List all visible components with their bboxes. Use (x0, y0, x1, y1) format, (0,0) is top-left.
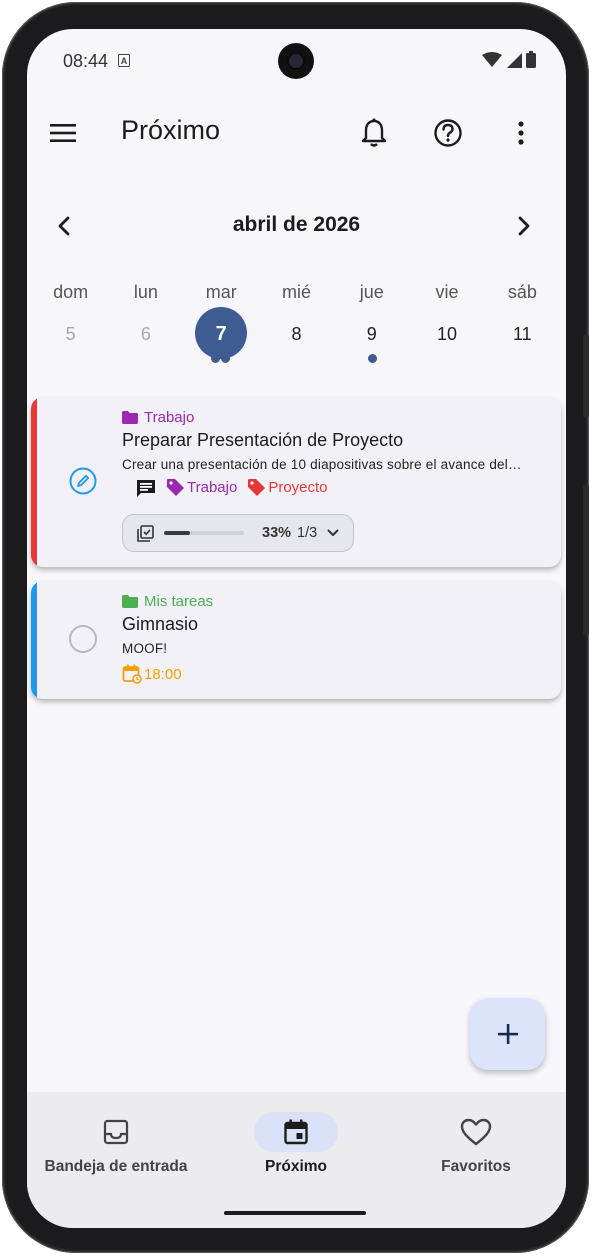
bottom-navigation: Bandeja de entrada Próximo Favoritos (27, 1092, 566, 1228)
next-month-button[interactable] (514, 214, 534, 238)
add-task-button[interactable] (470, 998, 545, 1070)
calendar-repeat-icon (122, 664, 142, 684)
tag-label: Trabajo (187, 479, 238, 496)
day-cell[interactable]: 11 (492, 309, 552, 369)
nav-item-upcoming[interactable]: Próximo (206, 1112, 386, 1176)
phone-frame: 08:44 A Próximo abril de 2026 dom lun ma… (2, 2, 589, 1253)
weekday-label: mié (281, 282, 311, 302)
plus-icon (497, 1024, 518, 1044)
signal-icon (507, 52, 522, 68)
task-title: Preparar Presentación de Proyecto (122, 430, 404, 450)
task-project: Mis tareas (122, 593, 541, 610)
tag-chip: Proyecto (247, 478, 328, 497)
day-cell[interactable]: 6 (116, 309, 176, 369)
help-icon (434, 119, 462, 147)
priority-stripe (31, 397, 37, 567)
nav-label: Bandeja de entrada (44, 1158, 188, 1175)
page-title: Próximo (121, 115, 221, 145)
project-label: Mis tareas (144, 593, 214, 610)
weekday-label: sáb (507, 282, 537, 302)
day-cell[interactable]: 10 (417, 309, 477, 369)
nav-pill (254, 1112, 338, 1152)
tag-label: Proyecto (268, 479, 328, 496)
task-description: MOOF! (122, 641, 168, 656)
task-card[interactable]: Mis tareas Gimnasio MOOF! 18:00 (31, 581, 561, 699)
front-camera (278, 43, 314, 79)
subtask-count: 1/3 (297, 525, 318, 541)
menu-icon[interactable] (47, 117, 79, 149)
day-cell[interactable]: 9 (342, 309, 402, 369)
task-project: Trabajo (122, 409, 541, 426)
event-dot (221, 354, 231, 363)
day-number: 8 (291, 324, 302, 344)
status-icons (482, 51, 536, 68)
volume-button (583, 335, 589, 417)
tag-icon (167, 479, 184, 496)
comment-icon (137, 479, 155, 497)
folder-icon (122, 411, 138, 424)
priority-stripe (31, 581, 37, 699)
battery-icon (526, 51, 536, 68)
weekday-label: jue (359, 282, 384, 302)
notification-icon: A (118, 54, 130, 67)
chevron-right-icon (518, 216, 530, 236)
more-options-icon[interactable] (506, 117, 536, 149)
nav-item-favorites[interactable]: Favoritos (386, 1112, 566, 1176)
day-number: 9 (366, 324, 377, 344)
event-dot (211, 354, 221, 363)
task-time-label: 18:00 (144, 665, 182, 683)
bell-icon (361, 118, 387, 147)
nav-label: Favoritos (441, 1158, 511, 1175)
wifi-icon (482, 51, 502, 67)
status-time: 08:44 (63, 51, 109, 71)
day-number: 7 (215, 323, 227, 345)
notifications-button[interactable] (358, 116, 390, 150)
folder-icon (122, 595, 138, 608)
day-number: 10 (437, 324, 458, 344)
task-description: Crear una presentación de 10 diapositiva… (122, 457, 522, 472)
subtask-progress-fill (164, 531, 191, 535)
screen: 08:44 A Próximo abril de 2026 dom lun ma… (27, 29, 566, 1228)
day-cell[interactable]: 8 (266, 309, 326, 369)
help-button[interactable] (431, 116, 465, 150)
nav-label: Próximo (264, 1158, 327, 1175)
nav-item-inbox[interactable]: Bandeja de entrada (27, 1112, 206, 1176)
weekday-label: dom (53, 282, 89, 302)
day-row: 5 6 7 8 9 10 11 (27, 307, 566, 369)
calendar-icon (284, 1119, 308, 1145)
task-title: Gimnasio (122, 614, 199, 634)
weekday-label: vie (435, 282, 459, 302)
day-number: 11 (512, 324, 532, 344)
task-time: 18:00 (122, 664, 541, 684)
weekday-label: lun (133, 282, 158, 302)
month-title: abril de 2026 (232, 213, 361, 236)
day-cell[interactable]: 5 (41, 309, 101, 369)
day-cell-selected[interactable]: 7 (191, 307, 251, 369)
subtasks-toggle[interactable]: 33% 1/3 (122, 514, 355, 552)
power-button (583, 485, 589, 635)
home-indicator[interactable] (224, 1211, 366, 1215)
subtask-progress-bar (164, 531, 244, 535)
project-label: Trabajo (144, 409, 195, 426)
day-number: 6 (140, 324, 151, 344)
day-number: 5 (65, 324, 76, 344)
subtask-percent: 33% (262, 525, 292, 541)
inbox-icon (103, 1119, 129, 1145)
tag-icon (248, 479, 266, 496)
nav-pill (434, 1112, 518, 1152)
task-tags: Trabajo Proyecto (122, 478, 541, 497)
nav-pill (74, 1112, 158, 1152)
chevron-down-icon (327, 529, 339, 536)
checklist-icon (137, 524, 154, 542)
weekday-row: dom lun mar mié jue vie sáb (27, 282, 566, 303)
edit-circle-icon[interactable] (69, 467, 97, 495)
weekday-label: mar (205, 282, 237, 302)
tag-chip: Trabajo (166, 478, 237, 497)
event-dot (367, 354, 377, 363)
complete-checkbox[interactable] (69, 625, 97, 653)
task-card[interactable]: Trabajo Preparar Presentación de Proyect… (31, 397, 561, 567)
heart-icon (460, 1118, 492, 1146)
